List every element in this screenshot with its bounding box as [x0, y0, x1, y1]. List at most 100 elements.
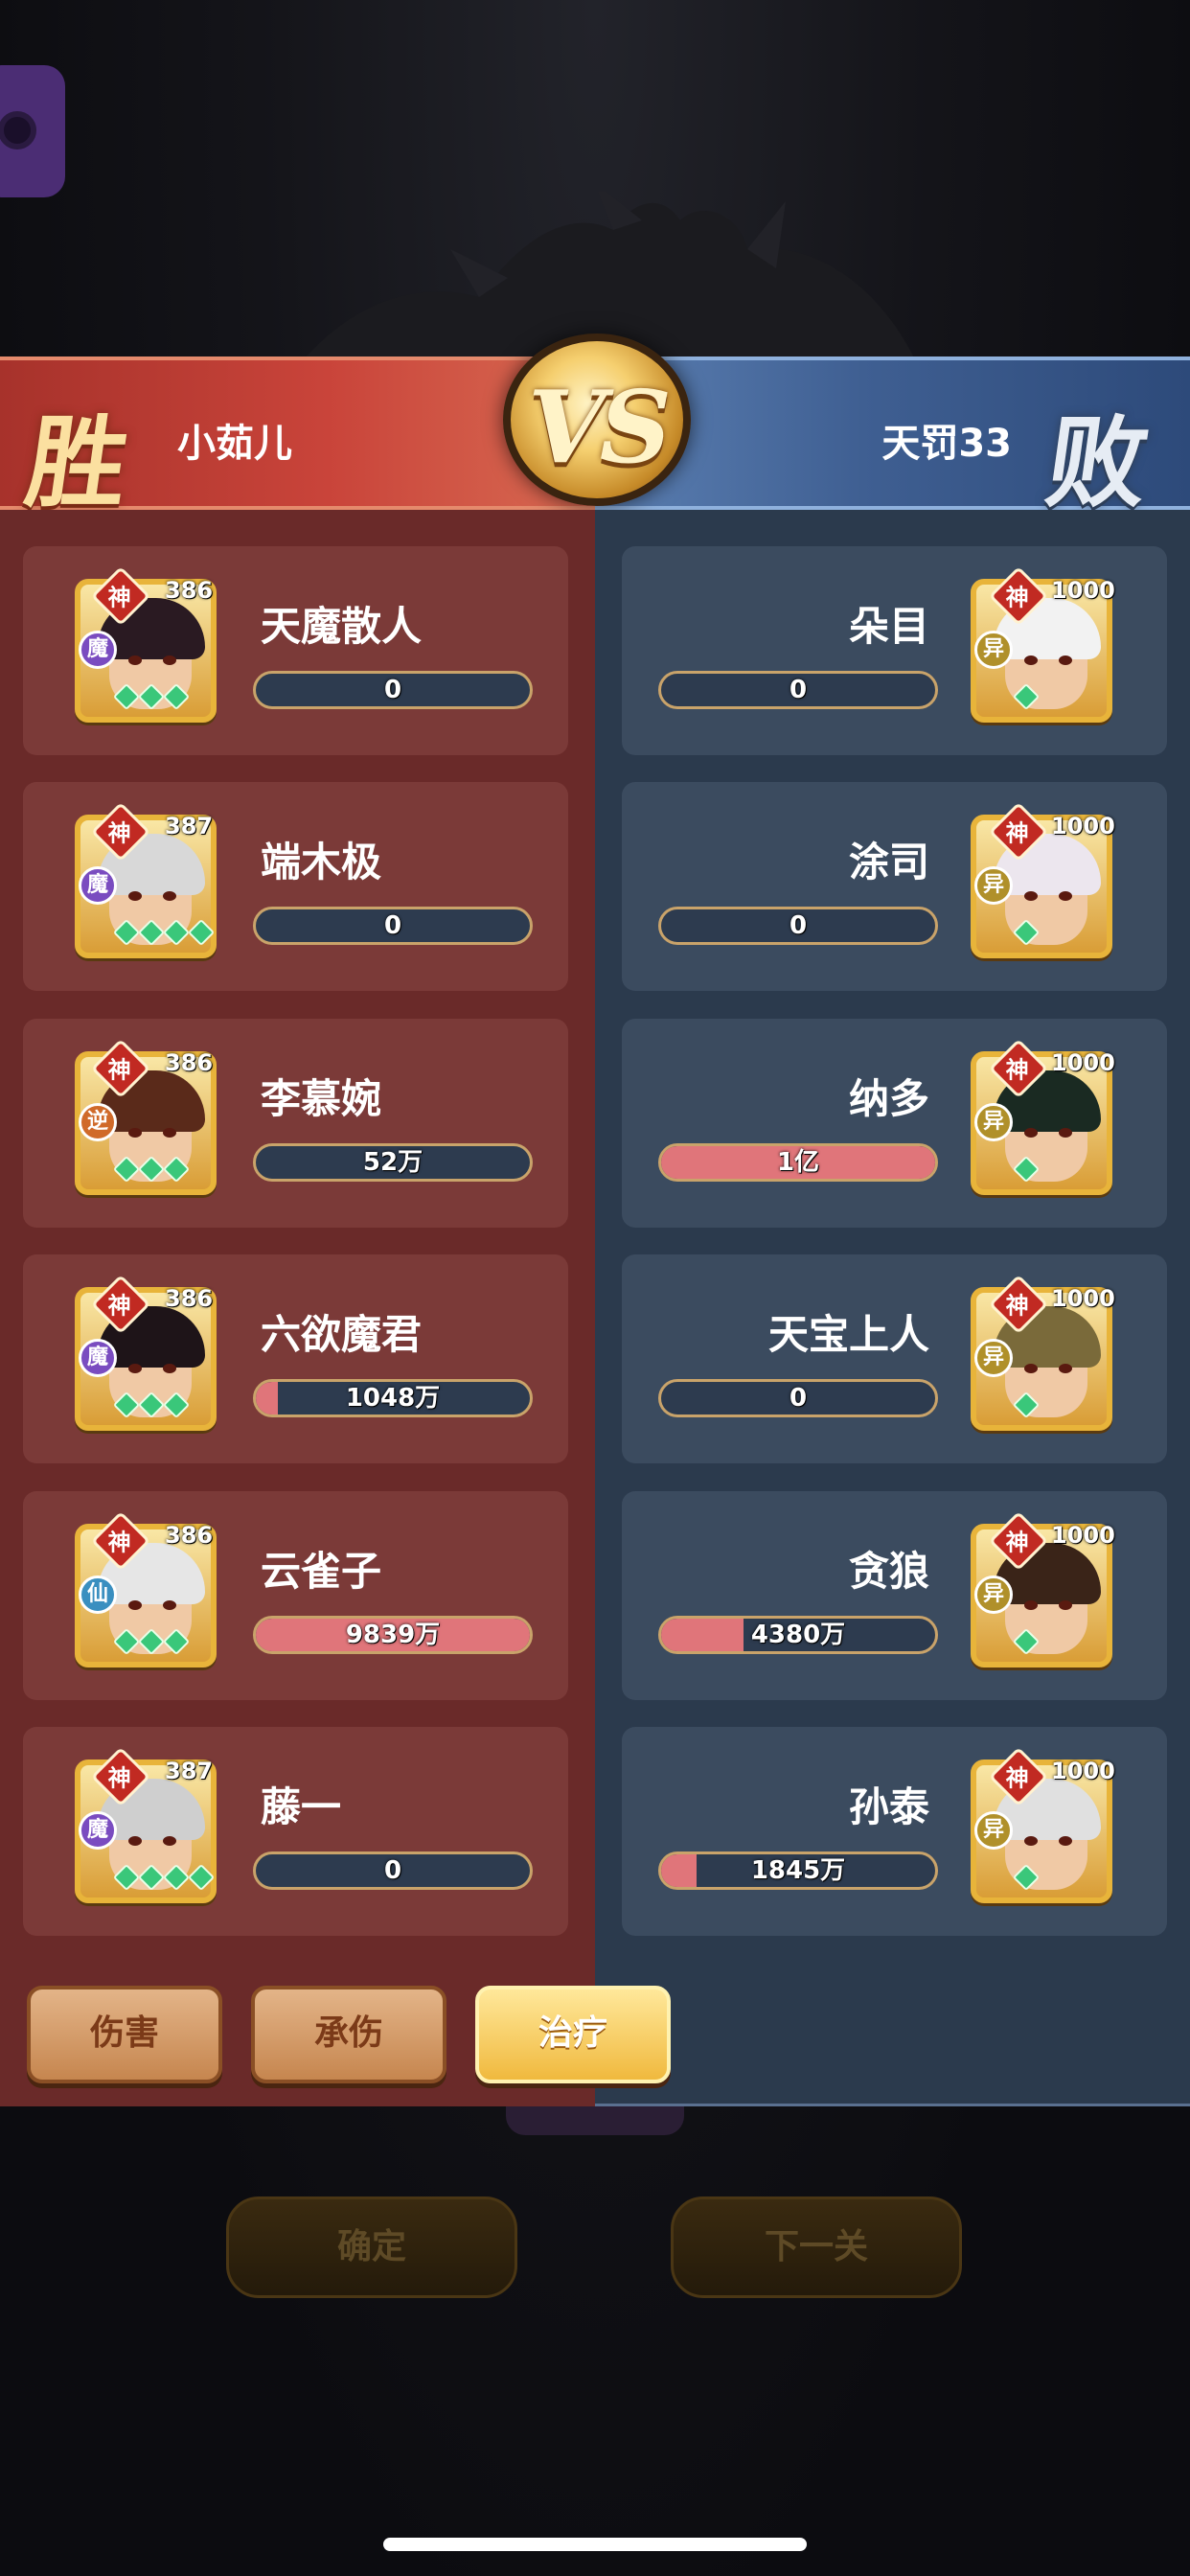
right-hero-card[interactable]: 神 1000 异 贪狼 4380万 [622, 1491, 1167, 1700]
rank-badge-label: 神 [107, 819, 131, 847]
tab-damage[interactable]: 伤害 [27, 1986, 222, 2083]
background-pill [506, 2106, 684, 2135]
rank-badge-label: 神 [1005, 584, 1029, 611]
star-gem-icon [162, 682, 191, 711]
left-hero-card[interactable]: 神 387 魔 端木极 0 [23, 782, 568, 991]
battle-result-screen: 胜 小茹儿 天罚33 败 VS 神 386 魔天魔散人 0 神 387 魔端木极 0 神 386 逆… [0, 0, 1190, 2576]
hero-name: 李慕婉 [261, 1075, 382, 1122]
stat-bar: 0 [658, 671, 938, 709]
right-player-name: 天罚33 [881, 422, 1012, 466]
star-gem-icon [137, 682, 166, 711]
star-gem-icon [187, 918, 216, 947]
stat-bar: 52万 [253, 1143, 533, 1182]
hero-eye [163, 1128, 176, 1138]
stat-bar: 1亿 [658, 1143, 938, 1182]
faction-badge: 异 [974, 1339, 1013, 1377]
left-hero-card[interactable]: 神 386 逆 李慕婉 52万 [23, 1019, 568, 1228]
stat-value: 0 [789, 911, 808, 940]
star-gem-icon [1012, 1155, 1041, 1184]
star-gem-icon [162, 918, 191, 947]
hero-level: 387 [165, 813, 214, 840]
left-hero-card[interactable]: 神 386 魔 天魔散人 0 [23, 546, 568, 755]
right-hero-card[interactable]: 神 1000 异 朵目 0 [622, 546, 1167, 755]
rank-badge-label: 神 [1005, 1764, 1029, 1792]
faction-badge: 异 [974, 866, 1013, 905]
hero-name: 孙泰 [848, 1783, 929, 1830]
hero-eye [128, 1600, 142, 1610]
star-gems [112, 1627, 191, 1656]
hero-level: 1000 [1051, 813, 1115, 840]
faction-badge: 异 [974, 1811, 1013, 1850]
rank-badge-label: 神 [107, 1529, 131, 1556]
stat-value: 0 [789, 1384, 808, 1413]
left-hero-card[interactable]: 神 386 仙 云雀子 9839万 [23, 1491, 568, 1700]
stat-value: 9839万 [345, 1621, 441, 1649]
hero-eye [128, 891, 142, 901]
right-hero-card[interactable]: 神 1000 异 涂司 0 [622, 782, 1167, 991]
stat-value: 0 [383, 676, 402, 704]
vs-text: VS [528, 368, 672, 486]
star-gems [1012, 1391, 1041, 1419]
left-hero-card[interactable]: 神 387 魔 藤一 0 [23, 1727, 568, 1936]
rank-badge-label: 神 [107, 1056, 131, 1084]
stat-bar: 0 [253, 671, 533, 709]
stat-value: 1亿 [776, 1148, 820, 1177]
star-gems [112, 1155, 191, 1184]
stat-bar: 0 [658, 1379, 938, 1417]
hero-eye [1024, 1600, 1038, 1610]
star-gem-icon [112, 1391, 141, 1419]
star-gem-icon [1012, 918, 1041, 947]
side-menu-icon [0, 111, 36, 150]
left-hero-card[interactable]: 神 386 魔 六欲魔君 1048万 [23, 1254, 568, 1463]
star-gems [1012, 918, 1041, 947]
next-stage-button[interactable]: 下一关 [671, 2196, 962, 2298]
hero-name: 六欲魔君 [261, 1311, 423, 1358]
hero-eye [128, 656, 142, 665]
hero-eye [163, 1600, 176, 1610]
faction-badge: 异 [974, 631, 1013, 669]
hero-eye [1024, 891, 1038, 901]
star-gem-icon [137, 1391, 166, 1419]
hero-name: 朵目 [848, 603, 929, 650]
rank-badge-label: 神 [107, 1292, 131, 1320]
hero-eye [163, 1364, 176, 1373]
hero-eye [1024, 656, 1038, 665]
star-gems [112, 918, 216, 947]
star-gem-icon [1012, 1391, 1041, 1419]
right-hero-card[interactable]: 神 1000 异 天宝上人 0 [622, 1254, 1167, 1463]
hero-eye [163, 1836, 176, 1846]
home-indicator[interactable] [383, 2538, 807, 2551]
hero-eye [1059, 656, 1072, 665]
hero-eye [128, 1128, 142, 1138]
hero-name: 纳多 [848, 1075, 929, 1122]
star-gem-icon [137, 1863, 166, 1892]
confirm-button[interactable]: 确定 [226, 2196, 517, 2298]
hero-eye [1059, 891, 1072, 901]
star-gems [112, 1391, 191, 1419]
star-gem-icon [1012, 1863, 1041, 1892]
right-hero-card[interactable]: 神 1000 异 孙泰 1845万 [622, 1727, 1167, 1936]
tab-healing[interactable]: 治疗 [475, 1986, 671, 2083]
hero-eye [163, 891, 176, 901]
tab-damage-taken[interactable]: 承伤 [251, 1986, 446, 2083]
hero-level: 1000 [1051, 577, 1115, 604]
right-hero-card[interactable]: 神 1000 异 纳多 1亿 [622, 1019, 1167, 1228]
rank-badge-label: 神 [1005, 1292, 1029, 1320]
hero-eye [1059, 1836, 1072, 1846]
star-gem-icon [112, 1155, 141, 1184]
stat-bar: 0 [658, 907, 938, 945]
stat-bar: 4380万 [658, 1616, 938, 1654]
star-gem-icon [162, 1627, 191, 1656]
star-gem-icon [162, 1863, 191, 1892]
stat-bar: 9839万 [253, 1616, 533, 1654]
side-menu-tab[interactable] [0, 65, 65, 197]
hero-level: 386 [165, 577, 214, 604]
hero-name: 藤一 [261, 1783, 342, 1830]
hero-level: 387 [165, 1758, 214, 1784]
faction-badge: 魔 [79, 866, 117, 905]
star-gem-icon [162, 1391, 191, 1419]
star-gems [112, 1863, 216, 1892]
hero-level: 1000 [1051, 1522, 1115, 1549]
rank-badge-label: 神 [107, 1764, 131, 1792]
hero-eye [1059, 1364, 1072, 1373]
